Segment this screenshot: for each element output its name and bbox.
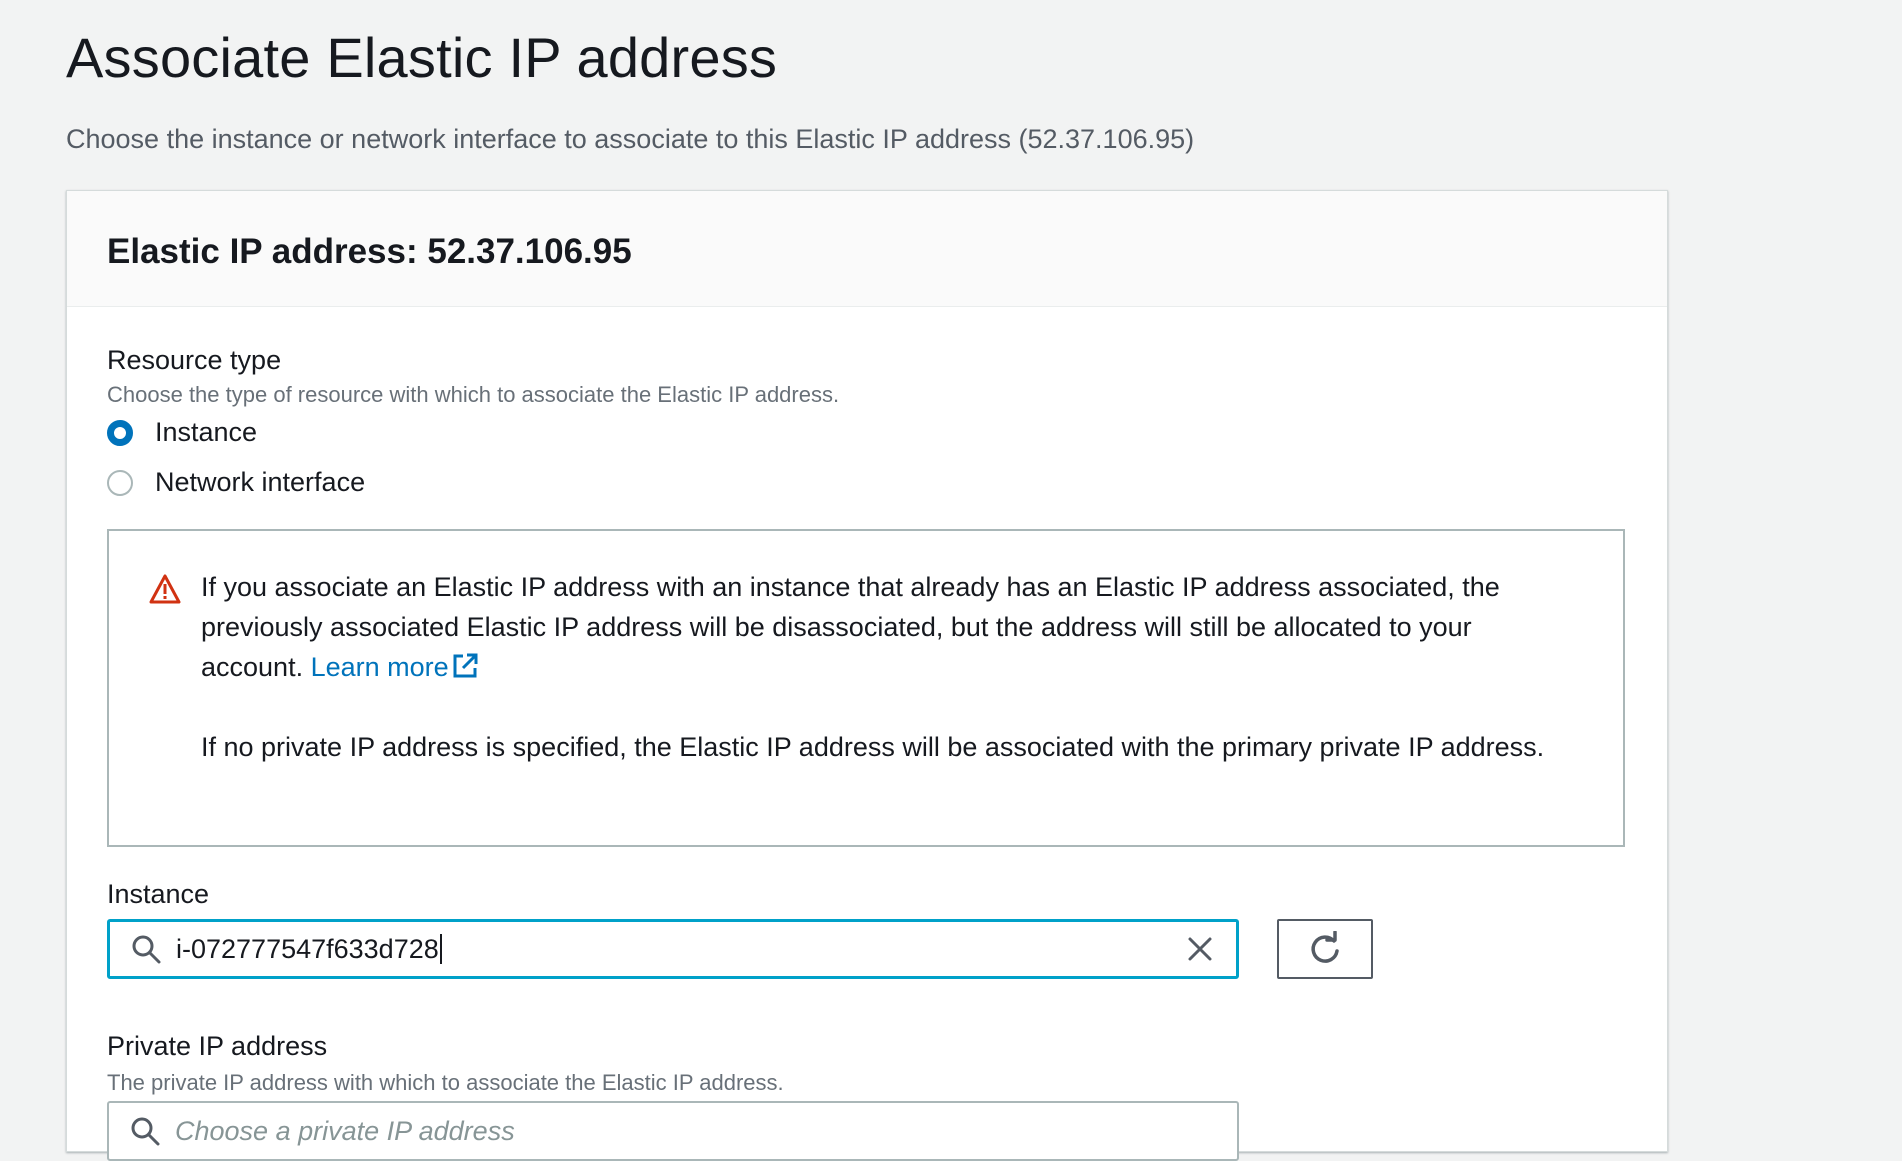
- learn-more-label[interactable]: Learn more: [311, 652, 449, 682]
- page-description: Choose the instance or network interface…: [66, 124, 1195, 154]
- elastic-ip-panel: Elastic IP address: 52.37.106.95 Resourc…: [66, 190, 1668, 1161]
- instance-value-text[interactable]: i-072777547f633d728: [176, 934, 439, 964]
- private-ip-label: Private IP address: [107, 1031, 328, 1061]
- radio-instance-button[interactable]: [107, 419, 133, 446]
- page-title: Associate Elastic IP address: [66, 26, 778, 89]
- radio-network-interface-label[interactable]: Network interface: [155, 467, 365, 498]
- alert-message: If you associate an Elastic IP address w…: [201, 567, 1561, 767]
- panel-header: Elastic IP address: 52.37.106.95: [67, 191, 1667, 307]
- panel-title: Elastic IP address: 52.37.106.95: [107, 231, 632, 271]
- radio-network-interface-button[interactable]: [107, 469, 133, 496]
- instance-input-value[interactable]: i-072777547f633d728: [176, 933, 1184, 965]
- alert-paragraph-2: If no private IP address is specified, t…: [201, 732, 1545, 762]
- radio-instance-label[interactable]: Instance: [155, 417, 257, 448]
- private-ip-field[interactable]: [175, 1115, 1237, 1147]
- text-caret: [439, 933, 442, 964]
- resource-type-description: Choose the type of resource with which t…: [107, 382, 840, 407]
- radio-instance[interactable]: Instance: [107, 417, 257, 448]
- warning-alert: If you associate an Elastic IP address w…: [107, 529, 1625, 847]
- private-ip-search-input[interactable]: [107, 1101, 1239, 1161]
- warning-icon: [149, 574, 181, 604]
- external-link-icon[interactable]: [451, 652, 479, 680]
- instance-label: Instance: [107, 879, 210, 909]
- search-icon: [132, 935, 161, 964]
- search-icon: [131, 1117, 160, 1146]
- radio-network-interface[interactable]: Network interface: [107, 467, 365, 498]
- private-ip-description: The private IP address with which to ass…: [107, 1070, 784, 1095]
- resource-type-label: Resource type: [107, 345, 282, 375]
- learn-more-link[interactable]: Learn more: [311, 652, 479, 682]
- refresh-icon[interactable]: [1307, 931, 1343, 967]
- clear-icon[interactable]: [1184, 933, 1216, 965]
- refresh-button[interactable]: [1277, 919, 1373, 979]
- instance-search-input[interactable]: i-072777547f633d728: [107, 919, 1239, 979]
